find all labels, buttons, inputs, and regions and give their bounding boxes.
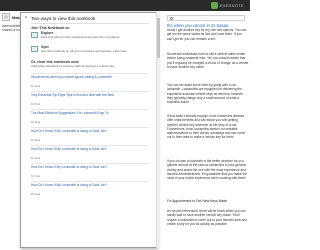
list-scrollbar[interactable] (156, 12, 160, 248)
note-author: By Mak (31, 174, 41, 178)
note-link[interactable]: How Do I Know If My Locksmith is doing a… (31, 165, 149, 170)
article-paragraph-6: As we just referenced, there will be tim… (167, 209, 247, 226)
scrollbar-thumb[interactable] (157, 18, 160, 58)
divider (31, 127, 149, 128)
logo-text: EVERNOTE (219, 3, 244, 8)
option-sync: Sync See this notebook on all your compu… (31, 45, 151, 53)
note-author: By Mak (31, 120, 41, 124)
evernote-logo[interactable]: EVERNOTE (210, 2, 244, 9)
divider (31, 23, 149, 24)
option-explore-text: Find everything in this notebook at any … (41, 34, 120, 39)
note-author: By Mak (31, 84, 41, 88)
note-author: By Mak (31, 156, 41, 160)
option-explore: Explore Find everything in this notebook… (31, 31, 151, 39)
view-now-description: Click View Notebook to continue without … (31, 64, 114, 68)
dialog-title: Two ways to view this notebook (31, 16, 96, 21)
note-author: By Mak (31, 192, 41, 196)
search-input[interactable] (167, 15, 245, 21)
divider (31, 109, 149, 110)
note-link[interactable]: Occurrences when you cannot ignore calli… (31, 75, 149, 80)
divider (31, 181, 149, 182)
divider (31, 91, 149, 92)
divider (31, 145, 149, 146)
note-link[interactable]: How Do I Know If My Locksmith is doing a… (31, 183, 149, 188)
divider (31, 163, 149, 164)
note-author: By Mak (31, 102, 41, 106)
view-notebook-dialog: × Two ways to view this notebook Join Th… (20, 12, 157, 248)
top-bar: EVERNOTE (0, 0, 250, 11)
search-icon (170, 17, 173, 20)
sync-icon (31, 46, 38, 52)
divider (31, 73, 149, 74)
note-link[interactable]: Very Essential Top Eight Tips to find an… (31, 93, 149, 98)
article-paragraph-3: You can set aside some cash by going wit… (167, 83, 244, 105)
close-icon[interactable]: × (23, 15, 29, 21)
avatar[interactable] (2, 13, 10, 21)
note-link[interactable]: How Do I Know If My Locksmith is doing a… (31, 147, 149, 152)
note-link[interactable]: The Most Effective Suggestions For Locks… (31, 111, 149, 116)
article-paragraph-2: Numerous individuals rush to call a vehi… (167, 52, 249, 69)
article-paragraph-5: If you choose a locksmith is the better … (167, 159, 247, 181)
note-author: By Mak (31, 138, 41, 142)
user-icon (4, 15, 8, 19)
article-subheading: Fix Appointment to Get New Keys Made (167, 199, 228, 203)
article-paragraph-1: would I get another key for my rder two … (167, 28, 247, 41)
join-heading: Join This Notebook to: (31, 26, 70, 30)
elephant-icon (210, 2, 218, 9)
explore-icon (31, 32, 38, 38)
note-article: ths when you cannot in Sr Sasan would I … (167, 11, 250, 250)
option-sync-text: See this notebook on all your computers … (41, 48, 127, 53)
article-paragraph-4: If that wasn't already enough, most lock… (167, 114, 246, 140)
note-link[interactable]: How Do I Know If My Locksmith is doing a… (31, 129, 149, 134)
